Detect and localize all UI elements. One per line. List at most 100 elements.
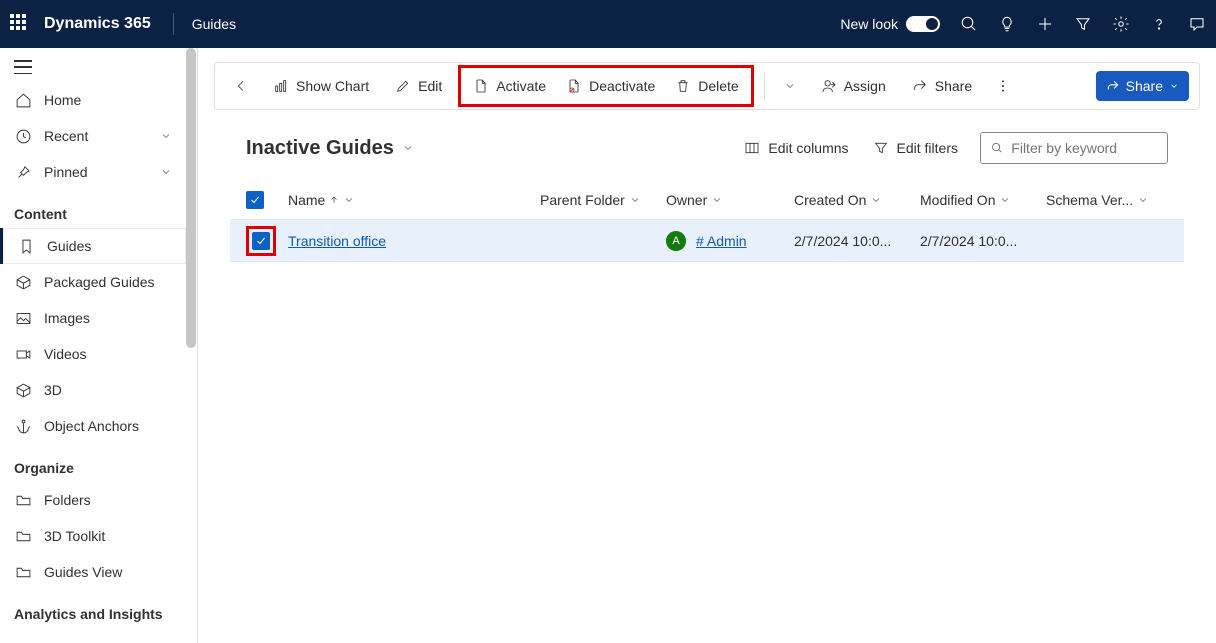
header-left: Dynamics 365 Guides — [10, 13, 236, 35]
chevron-down-icon — [870, 194, 882, 206]
hamburger-icon[interactable] — [14, 60, 32, 74]
sidebar-item-label: Folders — [44, 492, 91, 508]
column-header-modified[interactable]: Modified On — [920, 192, 1046, 208]
folder-icon — [14, 491, 32, 509]
chevron-down-icon — [160, 130, 172, 142]
sidebar-item-3d[interactable]: 3D — [0, 372, 186, 408]
sidebar: Home Recent Pinned Content Guides Packag… — [0, 48, 198, 643]
chevron-down-icon — [402, 142, 414, 154]
sidebar-item-label: Guides — [47, 238, 91, 254]
table-row[interactable]: Transition office A # Admin 2/7/2024 10:… — [230, 220, 1184, 262]
delete-button[interactable]: Delete — [665, 70, 748, 102]
sidebar-item-label: 3D — [44, 382, 62, 398]
lightbulb-icon[interactable] — [998, 15, 1016, 33]
column-label: Parent Folder — [540, 192, 625, 208]
column-header-parent[interactable]: Parent Folder — [540, 192, 666, 208]
cmd-label: Delete — [698, 78, 738, 94]
sidebar-item-guides[interactable]: Guides — [0, 228, 186, 264]
cmd-label: Assign — [844, 78, 886, 94]
highlighted-commands: Activate Deactivate Delete — [458, 65, 753, 107]
edit-button[interactable]: Edit — [385, 70, 452, 102]
package-icon — [14, 273, 32, 291]
column-header-name[interactable]: Name — [288, 192, 540, 208]
pin-icon — [14, 163, 32, 181]
share-button[interactable]: Share — [902, 70, 982, 102]
home-icon — [14, 91, 32, 109]
bookmark-icon — [17, 237, 35, 255]
sidebar-item-pinned[interactable]: Pinned — [0, 154, 186, 190]
keyword-search[interactable] — [980, 132, 1168, 164]
sidebar-item-toolkit[interactable]: 3D Toolkit — [0, 518, 186, 554]
filter-icon[interactable] — [1074, 15, 1092, 33]
help-icon[interactable] — [1150, 15, 1168, 33]
column-header-created[interactable]: Created On — [794, 192, 920, 208]
show-chart-button[interactable]: Show Chart — [263, 70, 379, 102]
sidebar-item-packaged[interactable]: Packaged Guides — [0, 264, 186, 300]
sidebar-item-label: 3D Toolkit — [44, 528, 105, 544]
column-label: Owner — [666, 192, 707, 208]
chevron-down-icon — [1137, 194, 1149, 206]
select-all-checkbox[interactable] — [246, 191, 264, 209]
column-header-owner[interactable]: Owner — [666, 192, 794, 208]
global-header: Dynamics 365 Guides New look — [0, 0, 1216, 48]
separator — [764, 73, 765, 99]
app-launcher-icon[interactable] — [10, 14, 30, 34]
edit-filters-button[interactable]: Edit filters — [861, 132, 970, 164]
sidebar-item-label: Recent — [44, 128, 88, 144]
cmd-label: Share — [1126, 78, 1163, 94]
search-input[interactable] — [1011, 140, 1157, 156]
sidebar-item-label: Images — [44, 310, 90, 326]
new-look-toggle[interactable]: New look — [840, 16, 940, 32]
row-checkbox[interactable] — [252, 232, 270, 250]
search-icon[interactable] — [960, 15, 978, 33]
cmd-label: Show Chart — [296, 78, 369, 94]
sort-asc-icon — [329, 195, 339, 205]
chevron-down-icon — [629, 194, 641, 206]
column-label: Schema Ver... — [1046, 192, 1133, 208]
back-button[interactable] — [225, 70, 257, 102]
sidebar-item-guides-view[interactable]: Guides View — [0, 554, 186, 590]
folder-icon — [14, 527, 32, 545]
plus-icon[interactable] — [1036, 15, 1054, 33]
record-link[interactable]: Transition office — [288, 233, 386, 249]
view-header: Inactive Guides Edit columns Edit filter… — [214, 122, 1200, 168]
highlighted-checkbox — [246, 226, 276, 256]
sidebar-item-folders[interactable]: Folders — [0, 482, 186, 518]
edit-columns-button[interactable]: Edit columns — [732, 132, 860, 164]
assign-button[interactable]: Assign — [811, 70, 896, 102]
activate-button[interactable]: Activate — [463, 70, 556, 102]
toggle-icon[interactable] — [906, 16, 940, 32]
sidebar-item-images[interactable]: Images — [0, 300, 186, 336]
data-grid: Name Parent Folder Owner Created On — [214, 180, 1200, 262]
gear-icon[interactable] — [1112, 15, 1130, 33]
assistant-icon[interactable] — [1188, 15, 1206, 33]
command-bar: Show Chart Edit Activate Deactivate Dele… — [214, 62, 1200, 110]
view-name: Inactive Guides — [246, 137, 394, 160]
deactivate-button[interactable]: Deactivate — [556, 70, 665, 102]
column-header-schema[interactable]: Schema Ver... — [1046, 192, 1156, 208]
view-selector[interactable]: Inactive Guides — [246, 137, 414, 160]
anchor-icon — [14, 417, 32, 435]
overflow-dropdown[interactable] — [775, 80, 805, 92]
sidebar-item-anchors[interactable]: Object Anchors — [0, 408, 186, 444]
cmd-label: Deactivate — [589, 78, 655, 94]
brand-title: Dynamics 365 — [44, 15, 151, 33]
module-title[interactable]: Guides — [192, 16, 236, 32]
scrollbar[interactable] — [185, 48, 197, 643]
sidebar-item-label: Object Anchors — [44, 418, 139, 434]
more-commands-button[interactable] — [988, 78, 1018, 94]
sidebar-item-home[interactable]: Home — [0, 82, 186, 118]
column-label: Created On — [794, 192, 866, 208]
sidebar-item-label: Pinned — [44, 164, 88, 180]
sidebar-item-recent[interactable]: Recent — [0, 118, 186, 154]
owner-link[interactable]: # Admin — [696, 233, 747, 249]
cmd-label: Edit — [418, 78, 442, 94]
sidebar-item-videos[interactable]: Videos — [0, 336, 186, 372]
main-area: Show Chart Edit Activate Deactivate Dele… — [198, 48, 1216, 643]
avatar: A — [666, 231, 686, 251]
section-header-analytics: Analytics and Insights — [0, 590, 186, 642]
cell-created: 2/7/2024 10:0... — [794, 233, 891, 249]
image-icon — [14, 309, 32, 327]
label: Edit filters — [897, 140, 958, 156]
share-primary-button[interactable]: Share — [1096, 71, 1189, 101]
